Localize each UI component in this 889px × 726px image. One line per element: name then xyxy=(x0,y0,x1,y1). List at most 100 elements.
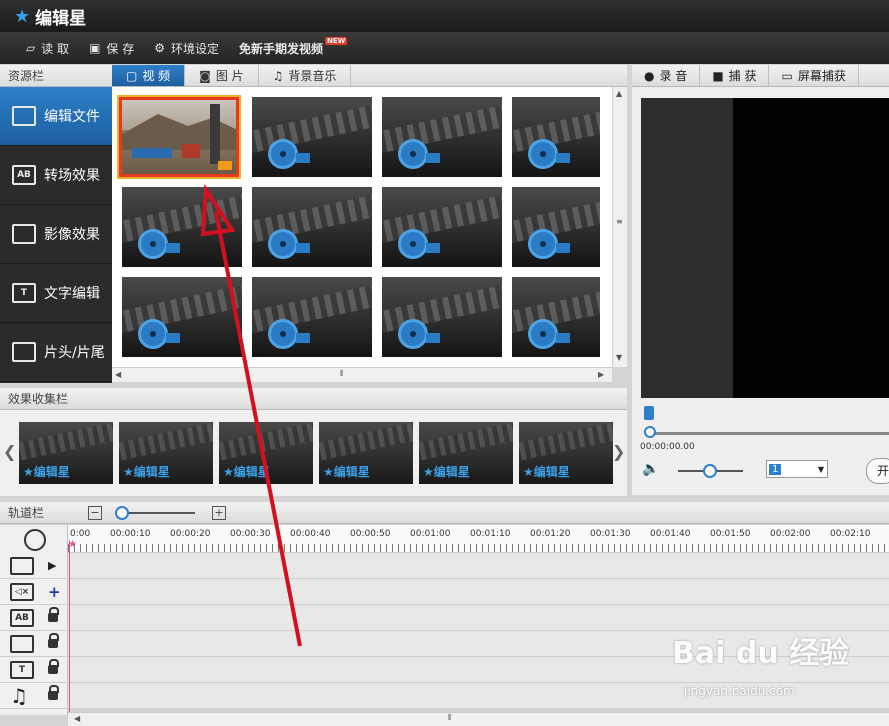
scroll-left-icon[interactable]: ◀ xyxy=(74,714,80,723)
scroll-grip-icon[interactable]: ≡ xyxy=(616,217,623,226)
tab-image[interactable]: ◙ 图 片 xyxy=(185,65,259,86)
collect-thumb[interactable]: ★编辑星 xyxy=(419,422,513,484)
lock-icon[interactable] xyxy=(48,607,59,622)
tab-video[interactable]: ▢ 视 频 xyxy=(112,65,186,86)
media-thumb[interactable] xyxy=(512,97,600,177)
volume-slider[interactable] xyxy=(678,464,743,478)
ruler-label: 00:00:10 xyxy=(110,529,151,539)
ruler-label: 00:01:10 xyxy=(470,529,511,539)
track-controls: ▶ ◁× + AB T ♫ xyxy=(0,525,68,715)
media-thumb[interactable] xyxy=(512,187,600,267)
seek-marker-icon[interactable] xyxy=(644,406,654,420)
lock-icon[interactable] xyxy=(48,659,59,674)
lock-icon[interactable] xyxy=(48,685,59,700)
ruler-label: 00:02:10 xyxy=(830,529,871,539)
scroll-grip-icon[interactable]: ⦀ xyxy=(340,369,344,379)
seek-bar[interactable] xyxy=(644,406,889,438)
microphone-icon: ● xyxy=(644,68,655,83)
lock-icon[interactable] xyxy=(48,633,59,648)
add-icon[interactable]: + xyxy=(48,583,61,601)
open-button[interactable]: ▱ 读 取 xyxy=(26,40,69,57)
chevron-down-icon: ▼ xyxy=(817,464,824,474)
media-thumb[interactable] xyxy=(382,187,502,267)
volume-handle[interactable] xyxy=(703,464,717,478)
tab-capture[interactable]: ■ 捕 获 xyxy=(700,65,770,86)
play-icon[interactable]: ▶ xyxy=(48,559,56,572)
speed-select[interactable]: 1 ▼ xyxy=(766,460,828,478)
volume-icon[interactable]: 🔈 xyxy=(642,461,659,477)
media-thumb[interactable] xyxy=(122,187,242,267)
track-audio[interactable] xyxy=(68,579,889,605)
publish-label: 免新手期发视频 xyxy=(239,41,324,56)
tab-record[interactable]: ● 录 音 xyxy=(632,65,701,86)
seek-handle[interactable] xyxy=(644,426,656,438)
star-icon: ★ xyxy=(123,465,134,479)
scroll-left-icon[interactable]: ◀ xyxy=(115,370,121,379)
media-thumb[interactable] xyxy=(382,97,502,177)
track-video-ctl: ▶ xyxy=(0,553,68,579)
collect-thumb[interactable]: ★编辑星 xyxy=(519,422,613,484)
media-thumb[interactable] xyxy=(512,277,600,357)
tab-screen-capture[interactable]: ▭ 屏幕捕获 xyxy=(769,65,859,86)
track-video[interactable] xyxy=(68,553,889,579)
ruler-label: 00:01:20 xyxy=(530,529,571,539)
film-icon xyxy=(10,556,34,575)
scroll-down-icon[interactable]: ▼ xyxy=(616,353,622,362)
mute-icon: ◁× xyxy=(10,582,34,601)
floppy-icon: ▣ xyxy=(89,41,101,55)
collect-prev-icon[interactable]: ❮ xyxy=(3,442,16,461)
sidebar-item-text-edit[interactable]: T 文字编辑 xyxy=(0,264,112,323)
ruler-label: 00:01:00 xyxy=(410,529,451,539)
collect-thumb[interactable]: ★编辑星 xyxy=(119,422,213,484)
media-horizontal-scrollbar[interactable]: ◀ ⦀ ▶ xyxy=(112,367,612,382)
playhead-line xyxy=(69,540,70,712)
media-thumb[interactable] xyxy=(252,277,372,357)
collect-next-icon[interactable]: ❯ xyxy=(612,442,625,461)
effect-collect-header: 效果收集栏 xyxy=(0,388,627,410)
publish-button[interactable]: 免新手期发视频 NEW xyxy=(239,37,348,57)
sidebar-item-label: 影像效果 xyxy=(44,227,100,243)
video-preview xyxy=(641,98,889,398)
track-music-ctl: ♫ xyxy=(0,683,68,709)
track-effect-ctl xyxy=(0,631,68,657)
zoom-slider[interactable] xyxy=(115,506,195,520)
sidebar-item-image-effect[interactable]: 影像效果 xyxy=(0,205,112,264)
scroll-grip-icon[interactable]: ⦀ xyxy=(448,713,452,723)
collect-thumb[interactable]: ★编辑星 xyxy=(19,422,113,484)
ruler-label: 00:00:50 xyxy=(350,529,391,539)
music-note-icon: ♫ xyxy=(272,68,284,83)
tab-music[interactable]: ♫ 背景音乐 xyxy=(259,65,352,86)
film-reel-icon xyxy=(138,319,168,349)
media-thumb[interactable] xyxy=(382,277,502,357)
sidebar-item-transition[interactable]: AB 转场效果 xyxy=(0,146,112,205)
media-thumb[interactable] xyxy=(252,187,372,267)
media-thumb[interactable] xyxy=(122,277,242,357)
scroll-right-icon[interactable]: ▶ xyxy=(598,370,604,379)
scroll-up-icon[interactable]: ▲ xyxy=(616,89,622,98)
settings-button[interactable]: ⚙ 环境设定 xyxy=(154,40,219,57)
settings-label: 环境设定 xyxy=(171,41,220,56)
star-icon: ★ xyxy=(523,465,534,479)
timeline-ruler[interactable]: 0:00 00:00:10 00:00:20 00:00:30 00:00:40… xyxy=(68,525,889,553)
sidebar-item-header-footer[interactable]: 片头/片尾 xyxy=(0,323,112,382)
media-thumb[interactable] xyxy=(252,97,372,177)
collect-thumb[interactable]: ★编辑星 xyxy=(319,422,413,484)
collect-thumb[interactable]: ★编辑星 xyxy=(219,422,313,484)
media-vertical-scrollbar[interactable]: ▲ ≡ ▼ xyxy=(612,87,627,367)
ruler-label: 00:01:40 xyxy=(650,529,691,539)
track-text-ctl: T xyxy=(0,657,68,683)
media-thumb-selected[interactable] xyxy=(117,95,241,179)
timeline-scrollbar[interactable]: ◀ ⦀ xyxy=(68,712,889,726)
sidebar-item-edit-file[interactable]: 编辑文件 xyxy=(0,87,112,146)
track-panel-header: 轨道栏 − + xyxy=(0,502,889,524)
film-reel-icon xyxy=(268,139,298,169)
save-button[interactable]: ▣ 保 存 xyxy=(89,40,134,57)
zoom-in-button[interactable]: + xyxy=(212,506,226,520)
save-label: 保 存 xyxy=(106,41,135,56)
monitor-icon: ▭ xyxy=(781,68,793,83)
zoom-handle[interactable] xyxy=(115,506,129,520)
camcorder-icon: ■ xyxy=(712,68,724,83)
open-button[interactable]: 开 xyxy=(866,458,889,484)
zoom-out-button[interactable]: − xyxy=(88,506,102,520)
star-logo-icon: ★ xyxy=(14,6,31,27)
